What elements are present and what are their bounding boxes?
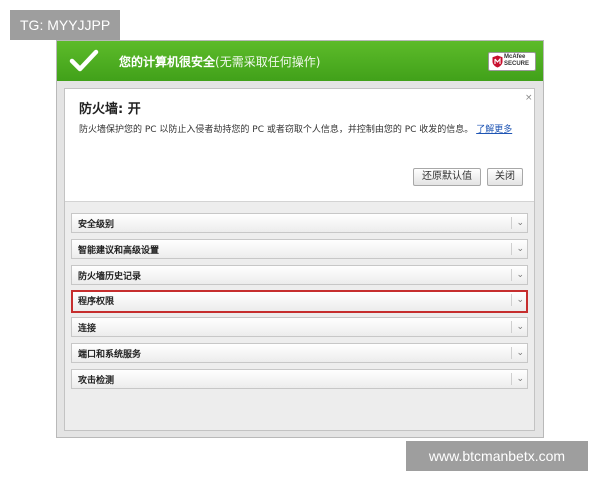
chevron-down-icon[interactable]: ⌄ xyxy=(516,240,524,258)
section-security-level[interactable]: 安全级别 ⌄ xyxy=(71,213,528,233)
section-label: 攻击检测 xyxy=(78,376,115,386)
section-label: 防火墙历史记录 xyxy=(78,272,142,282)
mcafee-shield-logo xyxy=(492,55,503,68)
chevron-down-icon[interactable]: ⌄ xyxy=(516,214,524,232)
restore-defaults-button[interactable]: 还原默认值 xyxy=(413,168,481,186)
watermark-top: TG: MYYJJPP xyxy=(10,10,121,40)
section-connections[interactable]: 连接 ⌄ xyxy=(71,317,528,337)
section-label: 安全级别 xyxy=(78,220,115,230)
learn-more-link[interactable]: 了解更多 xyxy=(476,125,512,135)
section-program-permissions[interactable]: 程序权限 ⌄ xyxy=(71,290,528,313)
row-divider xyxy=(511,373,512,385)
logo-line2: SECURE xyxy=(504,61,530,67)
section-label: 智能建议和高级设置 xyxy=(78,246,160,256)
chevron-down-icon[interactable]: ⌄ xyxy=(516,266,524,284)
section-ports-services[interactable]: 端口和系统服务 ⌄ xyxy=(71,343,528,363)
chevron-down-icon[interactable]: ⌄ xyxy=(516,291,524,309)
section-label: 端口和系统服务 xyxy=(78,350,142,360)
firewall-description: 防火墙保护您的 PC 以防止入侵者劫持您的 PC 或者窃取个人信息，并控制由您的… xyxy=(79,122,512,135)
status-header: 您的计算机很安全(无需采取任何操作) McAfee SECURE xyxy=(57,41,543,81)
mcafee-secure-logo: McAfee SECURE xyxy=(488,52,536,71)
chevron-down-icon[interactable]: ⌄ xyxy=(516,370,524,388)
checkmark-icon xyxy=(69,49,99,72)
status-title-sub: (无需采取任何操作) xyxy=(215,55,321,69)
section-smart-advice[interactable]: 智能建议和高级设置 ⌄ xyxy=(71,239,528,259)
row-divider xyxy=(511,294,512,306)
row-divider xyxy=(511,217,512,229)
logo-text: McAfee SECURE xyxy=(504,54,529,68)
section-label: 连接 xyxy=(78,324,97,334)
settings-sections: 安全级别 ⌄ 智能建议和高级设置 ⌄ 防火墙历史记录 ⌄ 程序权限 ⌄ 连接 ⌄… xyxy=(65,202,534,430)
watermark-bottom: www.btcmanbetx.com xyxy=(406,441,588,471)
section-firewall-history[interactable]: 防火墙历史记录 ⌄ xyxy=(71,265,528,285)
firewall-title: 防火墙: 开 xyxy=(79,102,141,117)
row-divider xyxy=(511,243,512,255)
logo-line1: McAfee xyxy=(504,54,526,60)
row-divider xyxy=(511,269,512,281)
row-divider xyxy=(511,321,512,333)
status-title: 您的计算机很安全(无需采取任何操作) xyxy=(119,53,320,70)
row-divider xyxy=(511,347,512,359)
close-button[interactable]: 关闭 xyxy=(487,168,523,186)
section-label: 程序权限 xyxy=(78,297,115,307)
close-icon[interactable]: × xyxy=(525,93,533,103)
firewall-panel: × 防火墙: 开 防火墙保护您的 PC 以防止入侵者劫持您的 PC 或者窃取个人… xyxy=(64,88,535,431)
firewall-description-text: 防火墙保护您的 PC 以防止入侵者劫持您的 PC 或者窃取个人信息，并控制由您的… xyxy=(79,125,474,135)
chevron-down-icon[interactable]: ⌄ xyxy=(516,344,524,362)
section-intrusion-detection[interactable]: 攻击检测 ⌄ xyxy=(71,369,528,389)
status-title-main: 您的计算机很安全 xyxy=(119,55,216,69)
mcafee-window: 您的计算机很安全(无需采取任何操作) McAfee SECURE × 防火墙: … xyxy=(56,40,544,438)
chevron-down-icon[interactable]: ⌄ xyxy=(516,318,524,336)
